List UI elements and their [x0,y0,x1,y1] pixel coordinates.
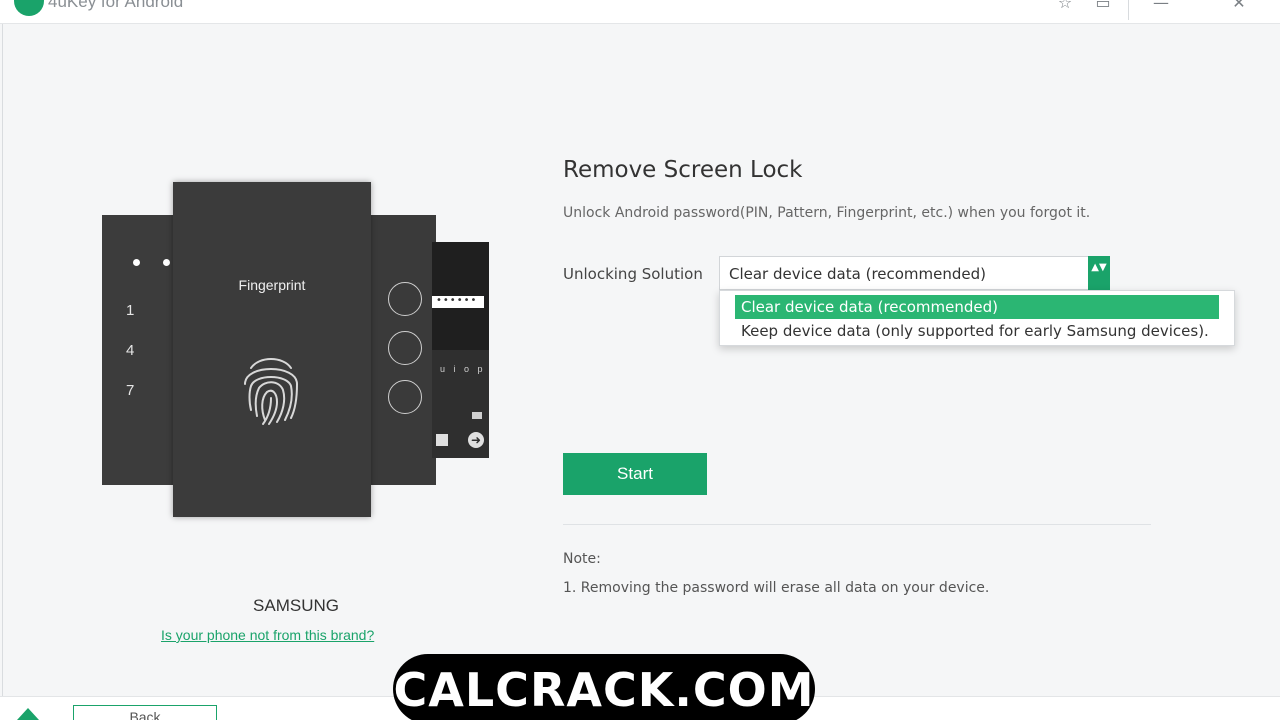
page-subtitle: Unlock Android password(PIN, Pattern, Fi… [563,205,1091,221]
page-title: Remove Screen Lock [563,157,803,183]
unlocking-solution-label: Unlocking Solution [563,265,703,283]
option-keep-data[interactable]: Keep device data (only supported for ear… [735,319,1219,343]
note-text: 1. Removing the password will erase all … [563,580,990,596]
option-clear-data[interactable]: Clear device data (recommended) [735,295,1219,319]
watermark: CALCRACK.COM [393,654,815,720]
phone-pattern-screen [370,215,436,485]
divider [563,524,1151,525]
app-logo-icon [14,0,44,16]
pin-dot [163,259,170,266]
fingerprint-label: Fingerprint [238,277,306,293]
delete-key-icon [472,412,482,419]
titlebar-divider [1128,0,1129,20]
fingerprint-icon [244,358,299,425]
keypad-key: 7 [126,382,135,399]
brand-name: SAMSUNG [253,596,339,615]
password-field: •••••• [432,296,484,308]
start-button[interactable]: Start [563,453,707,495]
keyboard-row: u i o p [440,364,486,374]
enter-arrow-icon: ➜ [468,432,484,448]
pin-dot [133,259,140,266]
minimize-icon[interactable]: — [1150,0,1172,12]
change-brand-link[interactable]: Is your phone not from this brand? [161,627,374,643]
unlocking-solution-select[interactable]: Clear device data (recommended) ▲▼ [719,256,1110,290]
user-icon[interactable]: ☆ [1054,0,1076,12]
solution-dropdown: Clear device data (recommended) Keep dev… [719,290,1235,346]
close-icon[interactable]: ✕ [1228,0,1250,12]
app-title: 4uKey for Android [48,0,184,11]
select-value: Clear device data (recommended) [729,265,987,283]
back-button[interactable]: Back [73,705,217,720]
phone-fingerprint-screen: Fingerprint [173,182,371,517]
feedback-icon[interactable]: ▭ [1092,0,1114,12]
keypad-key: 4 [126,342,135,359]
pattern-circle [388,331,422,365]
keypad-key: 1 [126,302,135,319]
title-bar: 4uKey for Android ☆ ▭ — ✕ [0,0,1280,24]
key-square-icon [436,434,448,446]
home-icon[interactable] [17,708,39,720]
note-title: Note: [563,551,601,567]
select-arrows-icon[interactable]: ▲▼ [1088,256,1110,290]
pattern-circle [388,282,422,316]
pattern-circle [388,380,422,414]
phone-password-screen: •••••• u i o p ➜ [432,242,489,458]
